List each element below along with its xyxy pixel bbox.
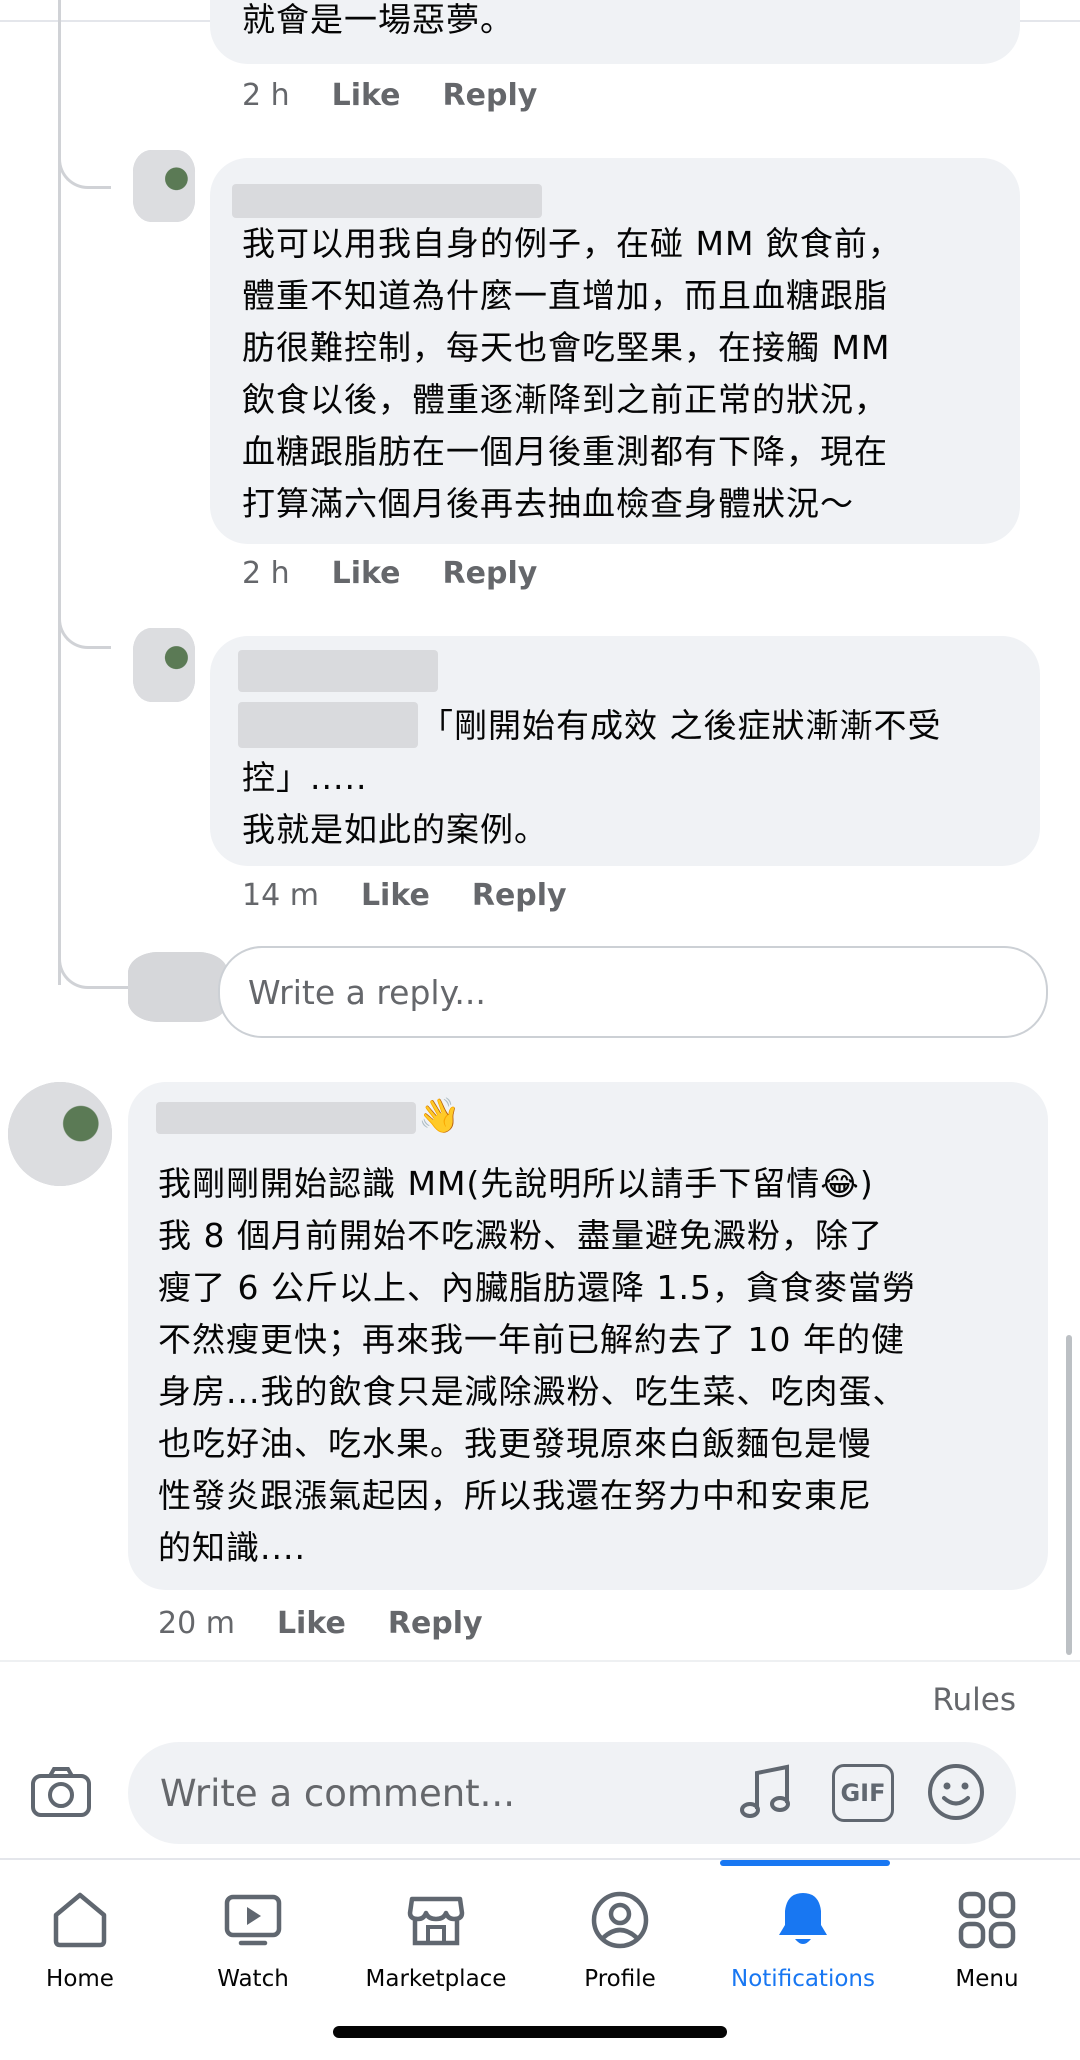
reply-button[interactable]: Reply: [443, 78, 538, 113]
bottom-tab-bar: Home Watch Marketplace Profile Notificat…: [0, 1858, 1080, 2060]
avatar[interactable]: [8, 1082, 112, 1186]
reply-button[interactable]: Reply: [443, 556, 538, 591]
tab-home[interactable]: Home: [0, 1860, 170, 2010]
like-button[interactable]: Like: [332, 556, 401, 591]
home-indicator: [333, 2026, 727, 2038]
camera-icon[interactable]: [26, 1760, 96, 1824]
my-avatar: [128, 952, 228, 1022]
tab-watch[interactable]: Watch: [163, 1860, 343, 2010]
tab-label: Watch: [217, 1966, 289, 1992]
comment-text: 控」..... 我就是如此的案例。: [242, 758, 548, 849]
home-icon: [48, 1888, 112, 1952]
gif-icon[interactable]: GIF: [832, 1764, 894, 1822]
emoji-icon[interactable]: [926, 1762, 986, 1822]
author-name-redacted[interactable]: [232, 184, 542, 218]
tab-label: Notifications: [731, 1966, 875, 1992]
menu-grid-icon: [955, 1888, 1019, 1952]
tab-label: Profile: [584, 1966, 656, 1992]
scrollbar[interactable]: [1066, 1335, 1072, 1655]
tab-menu[interactable]: Menu: [897, 1860, 1077, 2010]
comment-time: 2 h: [242, 78, 290, 113]
section-divider: [0, 1660, 1080, 1662]
comment-composer: Write a comment... GIF: [0, 1730, 1080, 1850]
marketplace-icon: [404, 1888, 468, 1952]
comment-time: 2 h: [242, 556, 290, 591]
comment-text-line1: 「剛開始有成效 之後症狀漸漸不受: [420, 706, 942, 745]
mention-redacted[interactable]: [238, 702, 418, 748]
reply-button[interactable]: Reply: [472, 878, 567, 913]
wave-emoji-icon: 👋: [418, 1096, 461, 1136]
avatar[interactable]: [133, 628, 195, 702]
comment-time: 20 m: [158, 1606, 235, 1641]
bell-icon: [771, 1888, 835, 1952]
tab-label: Home: [46, 1966, 114, 1992]
like-button[interactable]: Like: [332, 78, 401, 113]
comment-text: 我剛剛開始認識 MM(先說明所以請手下留情😂) 我 8 個月前開始不吃澱粉、盡量…: [158, 1164, 916, 1567]
comment-actions: 14 m Like Reply: [242, 878, 567, 913]
like-button[interactable]: Like: [361, 878, 430, 913]
tab-marketplace[interactable]: Marketplace: [346, 1860, 526, 2010]
rules-link[interactable]: Rules: [932, 1682, 1016, 1718]
reply-input[interactable]: Write a reply...: [218, 946, 1048, 1038]
comment-text: 就會是一場惡夢。: [242, 0, 514, 39]
profile-icon: [588, 1888, 652, 1952]
comment-time: 14 m: [242, 878, 319, 913]
avatar[interactable]: [133, 150, 195, 222]
tab-notifications[interactable]: Notifications: [713, 1860, 893, 2010]
watch-icon: [221, 1888, 285, 1952]
comment-actions: 2 h Like Reply: [242, 556, 537, 591]
thread-branch: [58, 580, 111, 649]
like-button[interactable]: Like: [277, 1606, 346, 1641]
author-name-redacted[interactable]: [156, 1102, 416, 1134]
comment-text: 我可以用我自身的例子，在碰 MM 飲食前， 體重不知道為什麼一直增加，而且血糖跟…: [242, 224, 902, 523]
comment-actions: 2 h Like Reply: [242, 78, 537, 113]
author-name-redacted[interactable]: [238, 650, 438, 692]
reply-button[interactable]: Reply: [388, 1606, 483, 1641]
comment-actions: 20 m Like Reply: [158, 1606, 483, 1641]
thread-branch: [58, 920, 131, 989]
tab-label: Marketplace: [365, 1966, 507, 1992]
tab-label: Menu: [955, 1966, 1019, 1992]
tab-profile[interactable]: Profile: [530, 1860, 710, 2010]
thread-branch: [58, 120, 111, 189]
music-icon[interactable]: [736, 1762, 796, 1822]
